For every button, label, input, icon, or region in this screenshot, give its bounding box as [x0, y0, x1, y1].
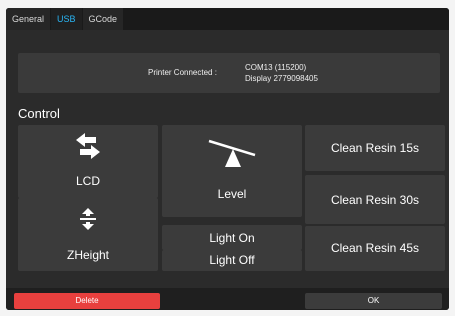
dialog-footer: Delete OK [6, 288, 449, 310]
delete-button[interactable]: Delete [14, 293, 160, 309]
port-text: COM13 (115200) [245, 63, 307, 72]
lcd-button[interactable]: LCD [18, 125, 158, 198]
control-title: Control [18, 106, 60, 121]
zheight-button[interactable]: ZHeight [18, 198, 158, 271]
swap-arrows-icon [74, 133, 102, 164]
clean-resin-30s-label: Clean Resin 30s [330, 193, 420, 207]
level-icon [207, 137, 257, 172]
light-off-label: Light Off [209, 253, 255, 267]
level-button[interactable]: Level [162, 125, 302, 217]
usb-panel: Printer Connected : COM13 (115200) Displ… [6, 30, 449, 288]
light-on-label: Light On [209, 231, 255, 245]
tab-gcode[interactable]: GCode [82, 8, 124, 30]
clean-resin-15s-label: Clean Resin 15s [330, 141, 420, 155]
zheight-label: ZHeight [66, 248, 110, 262]
tab-general[interactable]: General [6, 8, 51, 30]
status-values: COM13 (115200) Display 2779098405 [245, 62, 318, 84]
lcd-label: LCD [75, 174, 100, 188]
clean-resin-30s-button[interactable]: Clean Resin 30s [305, 175, 445, 224]
status-label: Printer Connected : [148, 68, 217, 77]
printer-settings-window: General USB GCode Printer Connected : CO… [6, 8, 449, 310]
light-on-button[interactable]: Light On [162, 225, 302, 250]
connection-status: Printer Connected : COM13 (115200) Displ… [18, 53, 440, 93]
display-text: Display 2779098405 [245, 74, 318, 83]
clean-resin-45s-button[interactable]: Clean Resin 45s [305, 226, 445, 271]
ok-button[interactable]: OK [305, 293, 442, 309]
clean-resin-45s-label: Clean Resin 45s [330, 241, 420, 255]
tab-bar: General USB GCode [6, 8, 449, 30]
level-label: Level [217, 187, 247, 201]
z-height-icon [80, 208, 96, 235]
light-off-button[interactable]: Light Off [162, 250, 302, 271]
clean-resin-15s-button[interactable]: Clean Resin 15s [305, 125, 445, 171]
tab-usb[interactable]: USB [51, 8, 82, 30]
